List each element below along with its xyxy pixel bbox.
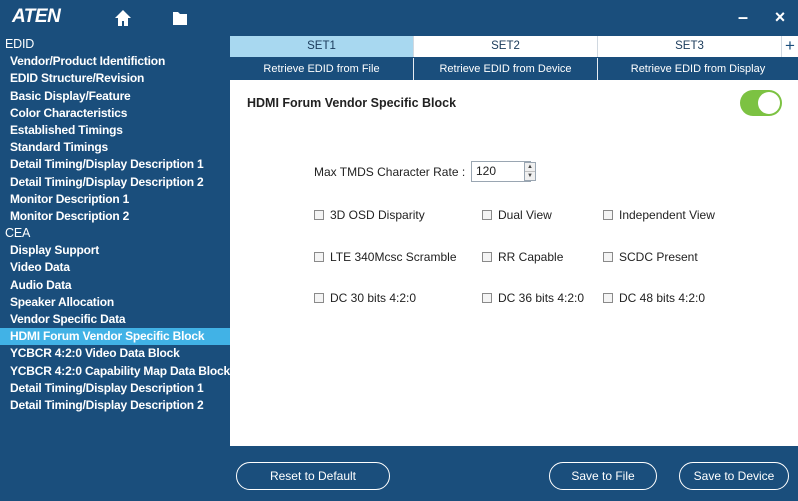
sidebar-item[interactable]: Detail Timing/Display Description 2 — [0, 174, 230, 191]
minimize-button[interactable]: – — [730, 4, 756, 30]
sidebar-item[interactable]: Audio Data — [0, 277, 230, 294]
sidebar: EDID Vendor/Product Identifiction EDID S… — [0, 36, 230, 450]
sidebar-item[interactable]: Detail Timing/Display Description 1 — [0, 156, 230, 173]
checkbox-dc30[interactable]: DC 30 bits 4:2:0 — [314, 291, 416, 305]
checkbox-label: Independent View — [619, 208, 715, 222]
sidebar-item[interactable]: Detail Timing/Display Description 2 — [0, 397, 230, 414]
checkbox-scdc-present[interactable]: SCDC Present — [603, 250, 698, 264]
sidebar-item[interactable]: Speaker Allocation — [0, 294, 230, 311]
reset-to-default-button[interactable]: Reset to Default — [236, 462, 390, 490]
checkbox-dc48[interactable]: DC 48 bits 4:2:0 — [603, 291, 705, 305]
save-to-file-button[interactable]: Save to File — [549, 462, 657, 490]
retrieve-from-display-button[interactable]: Retrieve EDID from Display — [598, 58, 798, 80]
tab-set2[interactable]: SET2 — [414, 36, 598, 57]
sidebar-item[interactable]: Display Support — [0, 242, 230, 259]
sidebar-item[interactable]: Color Characteristics — [0, 105, 230, 122]
sidebar-item[interactable]: Established Timings — [0, 122, 230, 139]
sidebar-item[interactable]: Detail Timing/Display Description 1 — [0, 380, 230, 397]
enable-toggle[interactable] — [740, 90, 782, 116]
add-tab-button[interactable]: + — [782, 36, 798, 57]
section-title: HDMI Forum Vendor Specific Block — [247, 96, 457, 110]
checkbox-label: 3D OSD Disparity — [330, 208, 425, 222]
checkbox-lte-scramble[interactable]: LTE 340Mcsc Scramble — [314, 250, 457, 264]
sidebar-item[interactable]: EDID Structure/Revision — [0, 70, 230, 87]
checkbox-label: Dual View — [498, 208, 552, 222]
spin-up-icon[interactable]: ▲ — [525, 163, 535, 172]
tab-set1[interactable]: SET1 — [230, 36, 414, 57]
checkbox-rr-capable[interactable]: RR Capable — [482, 250, 563, 264]
sidebar-item[interactable]: HDMI Forum Vendor Specific Block — [0, 328, 230, 346]
checkbox-box[interactable] — [482, 252, 492, 262]
checkbox-box[interactable] — [603, 252, 613, 262]
sidebar-item[interactable]: YCBCR 4:2:0 Video Data Block — [0, 345, 230, 362]
sidebar-item[interactable]: Monitor Description 2 — [0, 208, 230, 225]
toggle-knob — [758, 92, 780, 114]
close-button[interactable]: × — [767, 4, 793, 30]
tmds-input[interactable]: 120 — [471, 161, 531, 182]
checkbox-box[interactable] — [314, 210, 324, 220]
sidebar-item: CEA — [5, 226, 31, 241]
retrieve-from-device-button[interactable]: Retrieve EDID from Device — [414, 58, 598, 80]
checkbox-label: LTE 340Mcsc Scramble — [330, 250, 457, 264]
checkbox-label: DC 30 bits 4:2:0 — [330, 291, 417, 305]
tmds-spinner[interactable]: ▲ ▼ — [524, 162, 536, 181]
checkbox-dual-view[interactable]: Dual View — [482, 208, 552, 222]
footer-bar: Reset to Default Save to File Save to De… — [230, 450, 798, 501]
checkbox-dc36[interactable]: DC 36 bits 4:2:0 — [482, 291, 584, 305]
checkbox-box[interactable] — [482, 293, 492, 303]
sidebar-item[interactable]: Standard Timings — [0, 139, 230, 156]
tab-set3[interactable]: SET3 — [598, 36, 782, 57]
checkbox-box[interactable] — [314, 252, 324, 262]
set-tabs: SET1 SET2 SET3 + — [230, 36, 798, 57]
home-icon[interactable] — [113, 8, 133, 28]
checkbox-box[interactable] — [603, 293, 613, 303]
sidebar-item: EDID — [5, 37, 35, 51]
retrieve-from-file-button[interactable]: Retrieve EDID from File — [230, 58, 414, 80]
sidebar-item[interactable]: Vendor Specific Data — [0, 311, 230, 328]
checkbox-label: RR Capable — [498, 250, 564, 264]
checkbox-label: SCDC Present — [619, 250, 698, 264]
checkbox-label: DC 48 bits 4:2:0 — [619, 291, 706, 305]
sidebar-item[interactable]: Vendor/Product Identifiction — [0, 53, 230, 70]
sidebar-item[interactable]: YCBCR 4:2:0 Capability Map Data Block — [0, 363, 230, 380]
sidebar-item[interactable]: Basic Display/Feature — [0, 88, 230, 105]
checkbox-independent-view[interactable]: Independent View — [603, 208, 715, 222]
checkbox-3d-osd-disparity[interactable]: 3D OSD Disparity — [314, 208, 425, 222]
action-bar: Retrieve EDID from File Retrieve EDID fr… — [230, 58, 798, 80]
main-content: HDMI Forum Vendor Specific Block Max TMD… — [230, 80, 798, 446]
title-bar: ATEN – × — [0, 0, 798, 36]
checkbox-box[interactable] — [314, 293, 324, 303]
aten-logo: ATEN — [12, 6, 61, 27]
save-to-device-button[interactable]: Save to Device — [679, 462, 789, 490]
checkbox-box[interactable] — [603, 210, 613, 220]
tmds-label: Max TMDS Character Rate : — [314, 165, 466, 179]
spin-down-icon[interactable]: ▼ — [525, 172, 535, 181]
sidebar-item[interactable]: Video Data — [0, 259, 230, 276]
sidebar-item[interactable]: Monitor Description 1 — [0, 191, 230, 208]
folder-icon[interactable] — [170, 8, 190, 28]
checkbox-label: DC 36 bits 4:2:0 — [498, 291, 585, 305]
checkbox-box[interactable] — [482, 210, 492, 220]
